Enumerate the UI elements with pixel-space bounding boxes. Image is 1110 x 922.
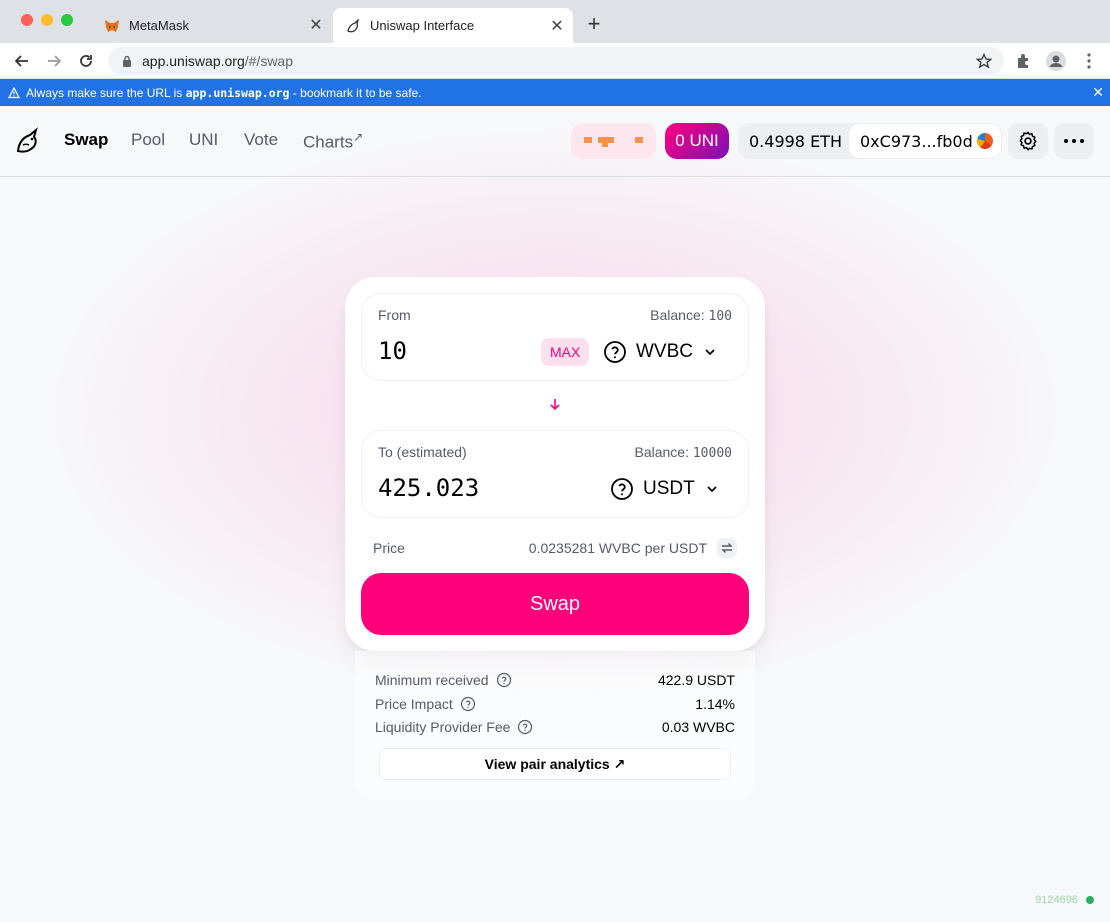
lock-icon (120, 55, 134, 67)
to-amount-input[interactable] (378, 474, 528, 502)
extensions-puzzle-icon[interactable] (1012, 49, 1036, 73)
lp-fee-label: Liquidity Provider Fee (375, 719, 511, 735)
maximize-window-button[interactable] (61, 14, 73, 26)
nav-vote[interactable]: Vote (244, 130, 278, 150)
tab-metamask[interactable]: MetaMask (92, 8, 332, 43)
more-menu-button[interactable] (1054, 123, 1094, 159)
swap-card: From Balance: 100 MAX WVBC To (estimated… (345, 277, 765, 651)
from-token-symbol: WVBC (636, 341, 693, 362)
address-bar[interactable]: app.uniswap.org/#/swap (108, 47, 1004, 75)
close-tab-icon[interactable]: ✕ (547, 16, 567, 36)
account-address-button[interactable]: 0xC973...fb0d (849, 124, 1001, 158)
close-window-button[interactable] (21, 14, 33, 26)
tab-title: Uniswap Interface (370, 18, 475, 33)
account-wrapper[interactable]: 0.4998 ETH 0xC973...fb0d (738, 123, 1002, 159)
to-currency-panel: To (estimated) Balance: 10000 USDT (361, 430, 749, 518)
metamask-fox-icon (104, 18, 120, 34)
price-label: Price (373, 540, 405, 556)
close-banner-icon[interactable]: ✕ (1092, 84, 1104, 101)
to-token-symbol: USDT (643, 478, 695, 499)
help-question-icon[interactable] (517, 719, 533, 735)
banner-domain: app.uniswap.org (185, 85, 290, 100)
price-impact-row: Price Impact 1.14% (375, 694, 735, 714)
gear-icon (1019, 131, 1037, 151)
account-identicon (977, 133, 993, 149)
to-label: To (estimated) (378, 444, 467, 460)
lp-fee-row: Liquidity Provider Fee 0.03 WVBC (375, 717, 735, 737)
account-address: 0xC973...fb0d (860, 131, 973, 151)
minimum-received-value: 422.9 USDT (657, 672, 735, 688)
price-impact-label: Price Impact (375, 696, 453, 712)
to-balance: Balance: 10000 (634, 444, 732, 461)
uniswap-unicorn-icon (345, 18, 361, 34)
trade-details-panel: Minimum received 422.9 USDT Price Impact… (355, 651, 755, 800)
external-link-icon: ↗ (353, 130, 364, 144)
minimum-received-label: Minimum received (375, 672, 489, 688)
from-amount-input[interactable] (378, 337, 528, 365)
block-number-indicator[interactable]: 9124696 (1035, 894, 1094, 906)
help-question-icon[interactable] (496, 672, 512, 688)
swap-direction-arrow-icon[interactable] (548, 397, 562, 411)
uniswap-app: Swap Pool UNI Vote Charts↗ 0 UNI 0.4998 … (0, 106, 1110, 922)
uniswap-logo-icon[interactable] (14, 127, 42, 155)
forward-arrow-icon[interactable] (41, 48, 67, 74)
minimum-received-row: Minimum received 422.9 USDT (375, 670, 735, 690)
bookmark-star-icon[interactable] (975, 52, 993, 74)
invert-price-icon[interactable] (717, 538, 737, 558)
settings-gear-button[interactable] (1008, 123, 1048, 159)
unknown-token-icon (611, 478, 633, 500)
from-token-selector[interactable]: WVBC (603, 338, 717, 366)
to-token-selector[interactable]: USDT (610, 475, 719, 503)
browser-toolbar: app.uniswap.org/#/swap (0, 43, 1110, 79)
max-button[interactable]: MAX (541, 338, 590, 366)
view-pair-analytics-button[interactable]: View pair analytics ↗ (379, 748, 731, 780)
chevron-down-icon (705, 349, 715, 356)
network-pixel-badge[interactable] (571, 123, 656, 159)
price-impact-value: 1.14% (695, 696, 735, 712)
app-header: Swap Pool UNI Vote Charts↗ 0 UNI 0.4998 … (0, 106, 1110, 177)
chevron-down-icon (707, 486, 717, 493)
eth-balance: 0.4998 ETH (749, 131, 842, 151)
more-dots-icon (1064, 139, 1084, 143)
status-dot-icon (1086, 896, 1094, 904)
nav-pool[interactable]: Pool (131, 130, 165, 150)
close-tab-icon[interactable]: ✕ (306, 15, 326, 35)
price-value: 0.0235281 WVBC per USDT (528, 540, 707, 556)
browser-tab-bar: MetaMask Uniswap Interface ✕ ✕ + (0, 0, 1110, 43)
nav-charts[interactable]: Charts↗ (303, 130, 363, 153)
nav-swap[interactable]: Swap (64, 130, 108, 150)
reload-icon[interactable] (73, 48, 99, 74)
from-label: From (378, 307, 411, 323)
from-currency-panel: From Balance: 100 MAX WVBC (361, 293, 749, 381)
banner-suffix: - bookmark it to be safe. (292, 85, 422, 100)
uni-balance-button[interactable]: 0 UNI (665, 123, 729, 159)
block-number: 9124696 (1035, 894, 1078, 906)
nav-uni[interactable]: UNI (189, 130, 218, 150)
url-warning-banner: Always make sure the URL is app.uniswap.… (0, 79, 1110, 106)
new-tab-button[interactable]: + (582, 11, 606, 36)
price-row: Price 0.0235281 WVBC per USDT (373, 538, 737, 558)
banner-prefix: Always make sure the URL is (26, 85, 183, 100)
help-question-icon[interactable] (460, 696, 476, 712)
tab-uniswap[interactable]: Uniswap Interface ✕ (333, 8, 573, 43)
unknown-token-icon (604, 341, 626, 363)
back-arrow-icon[interactable] (9, 48, 35, 74)
lp-fee-value: 0.03 WVBC (661, 719, 735, 735)
from-balance: Balance: 100 (650, 307, 732, 324)
url-text: app.uniswap.org/#/swap (142, 53, 293, 69)
minimize-window-button[interactable] (41, 14, 53, 26)
browser-menu-icon[interactable] (1077, 49, 1101, 73)
warning-triangle-icon (8, 86, 20, 99)
profile-avatar-icon[interactable] (1044, 49, 1068, 73)
swap-button[interactable]: Swap (361, 573, 749, 635)
tab-title: MetaMask (129, 18, 189, 33)
